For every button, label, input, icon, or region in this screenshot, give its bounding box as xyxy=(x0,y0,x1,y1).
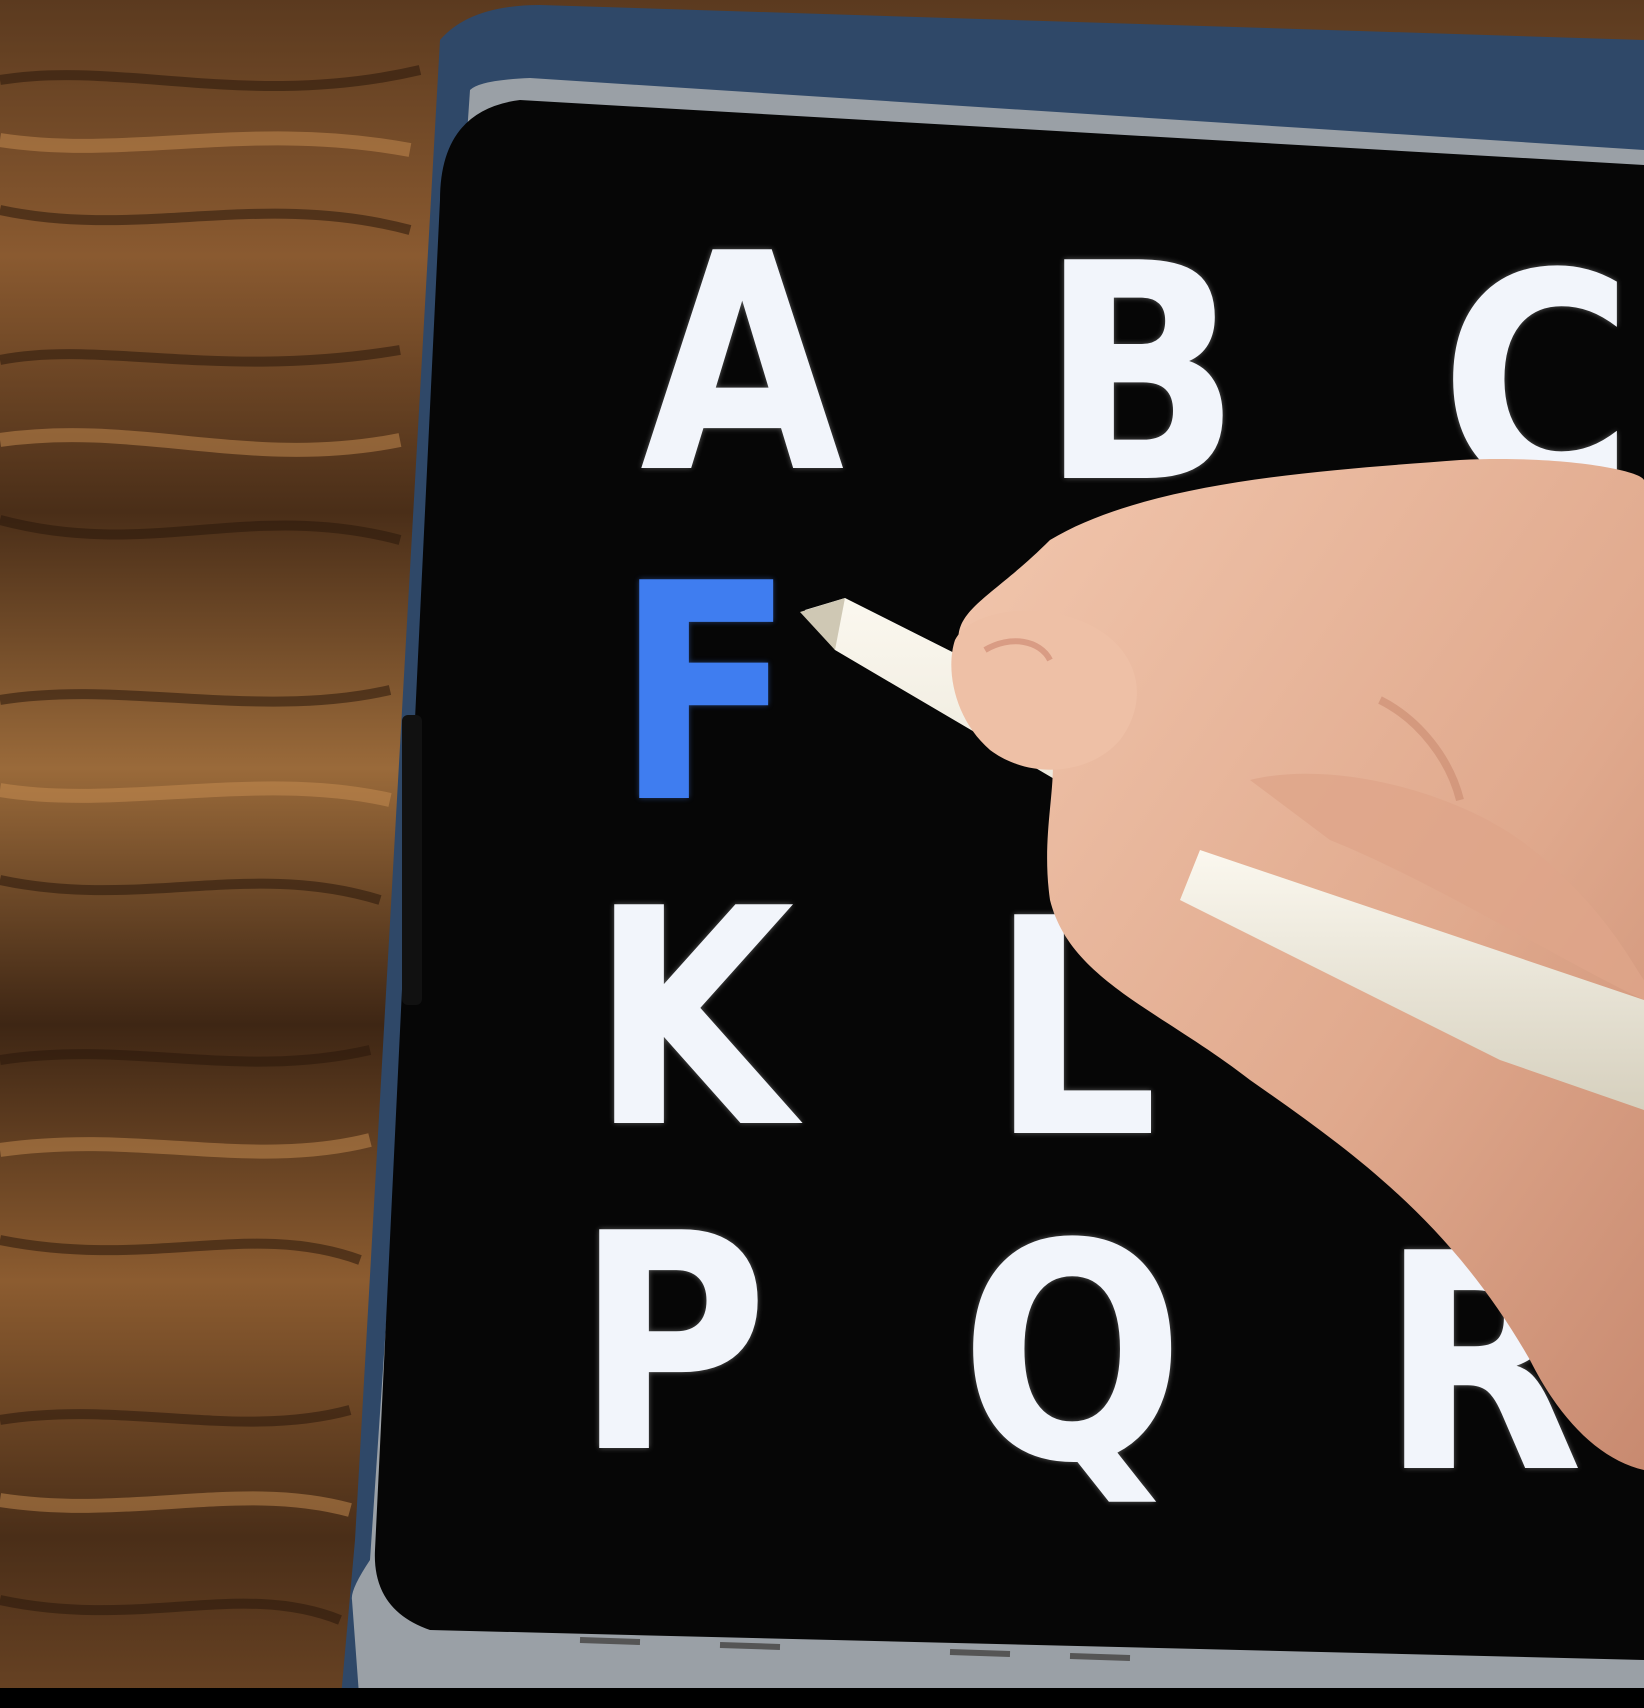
letter-l[interactable]: L xyxy=(990,880,1158,1180)
side-button xyxy=(402,715,422,1005)
photo-scene: A B C F K L P Q R xyxy=(0,0,1644,1708)
letter-r[interactable]: R xyxy=(1380,1215,1583,1515)
letter-k[interactable]: K xyxy=(590,870,795,1170)
letter-a[interactable]: A xyxy=(640,215,844,515)
letter-c[interactable]: C xyxy=(1440,235,1634,535)
letter-f[interactable]: F xyxy=(615,545,795,845)
letter-b[interactable]: B xyxy=(1040,225,1241,525)
bottom-strip xyxy=(0,1688,1644,1708)
letter-p[interactable]: P xyxy=(575,1195,768,1495)
letter-q[interactable]: Q xyxy=(960,1205,1184,1505)
